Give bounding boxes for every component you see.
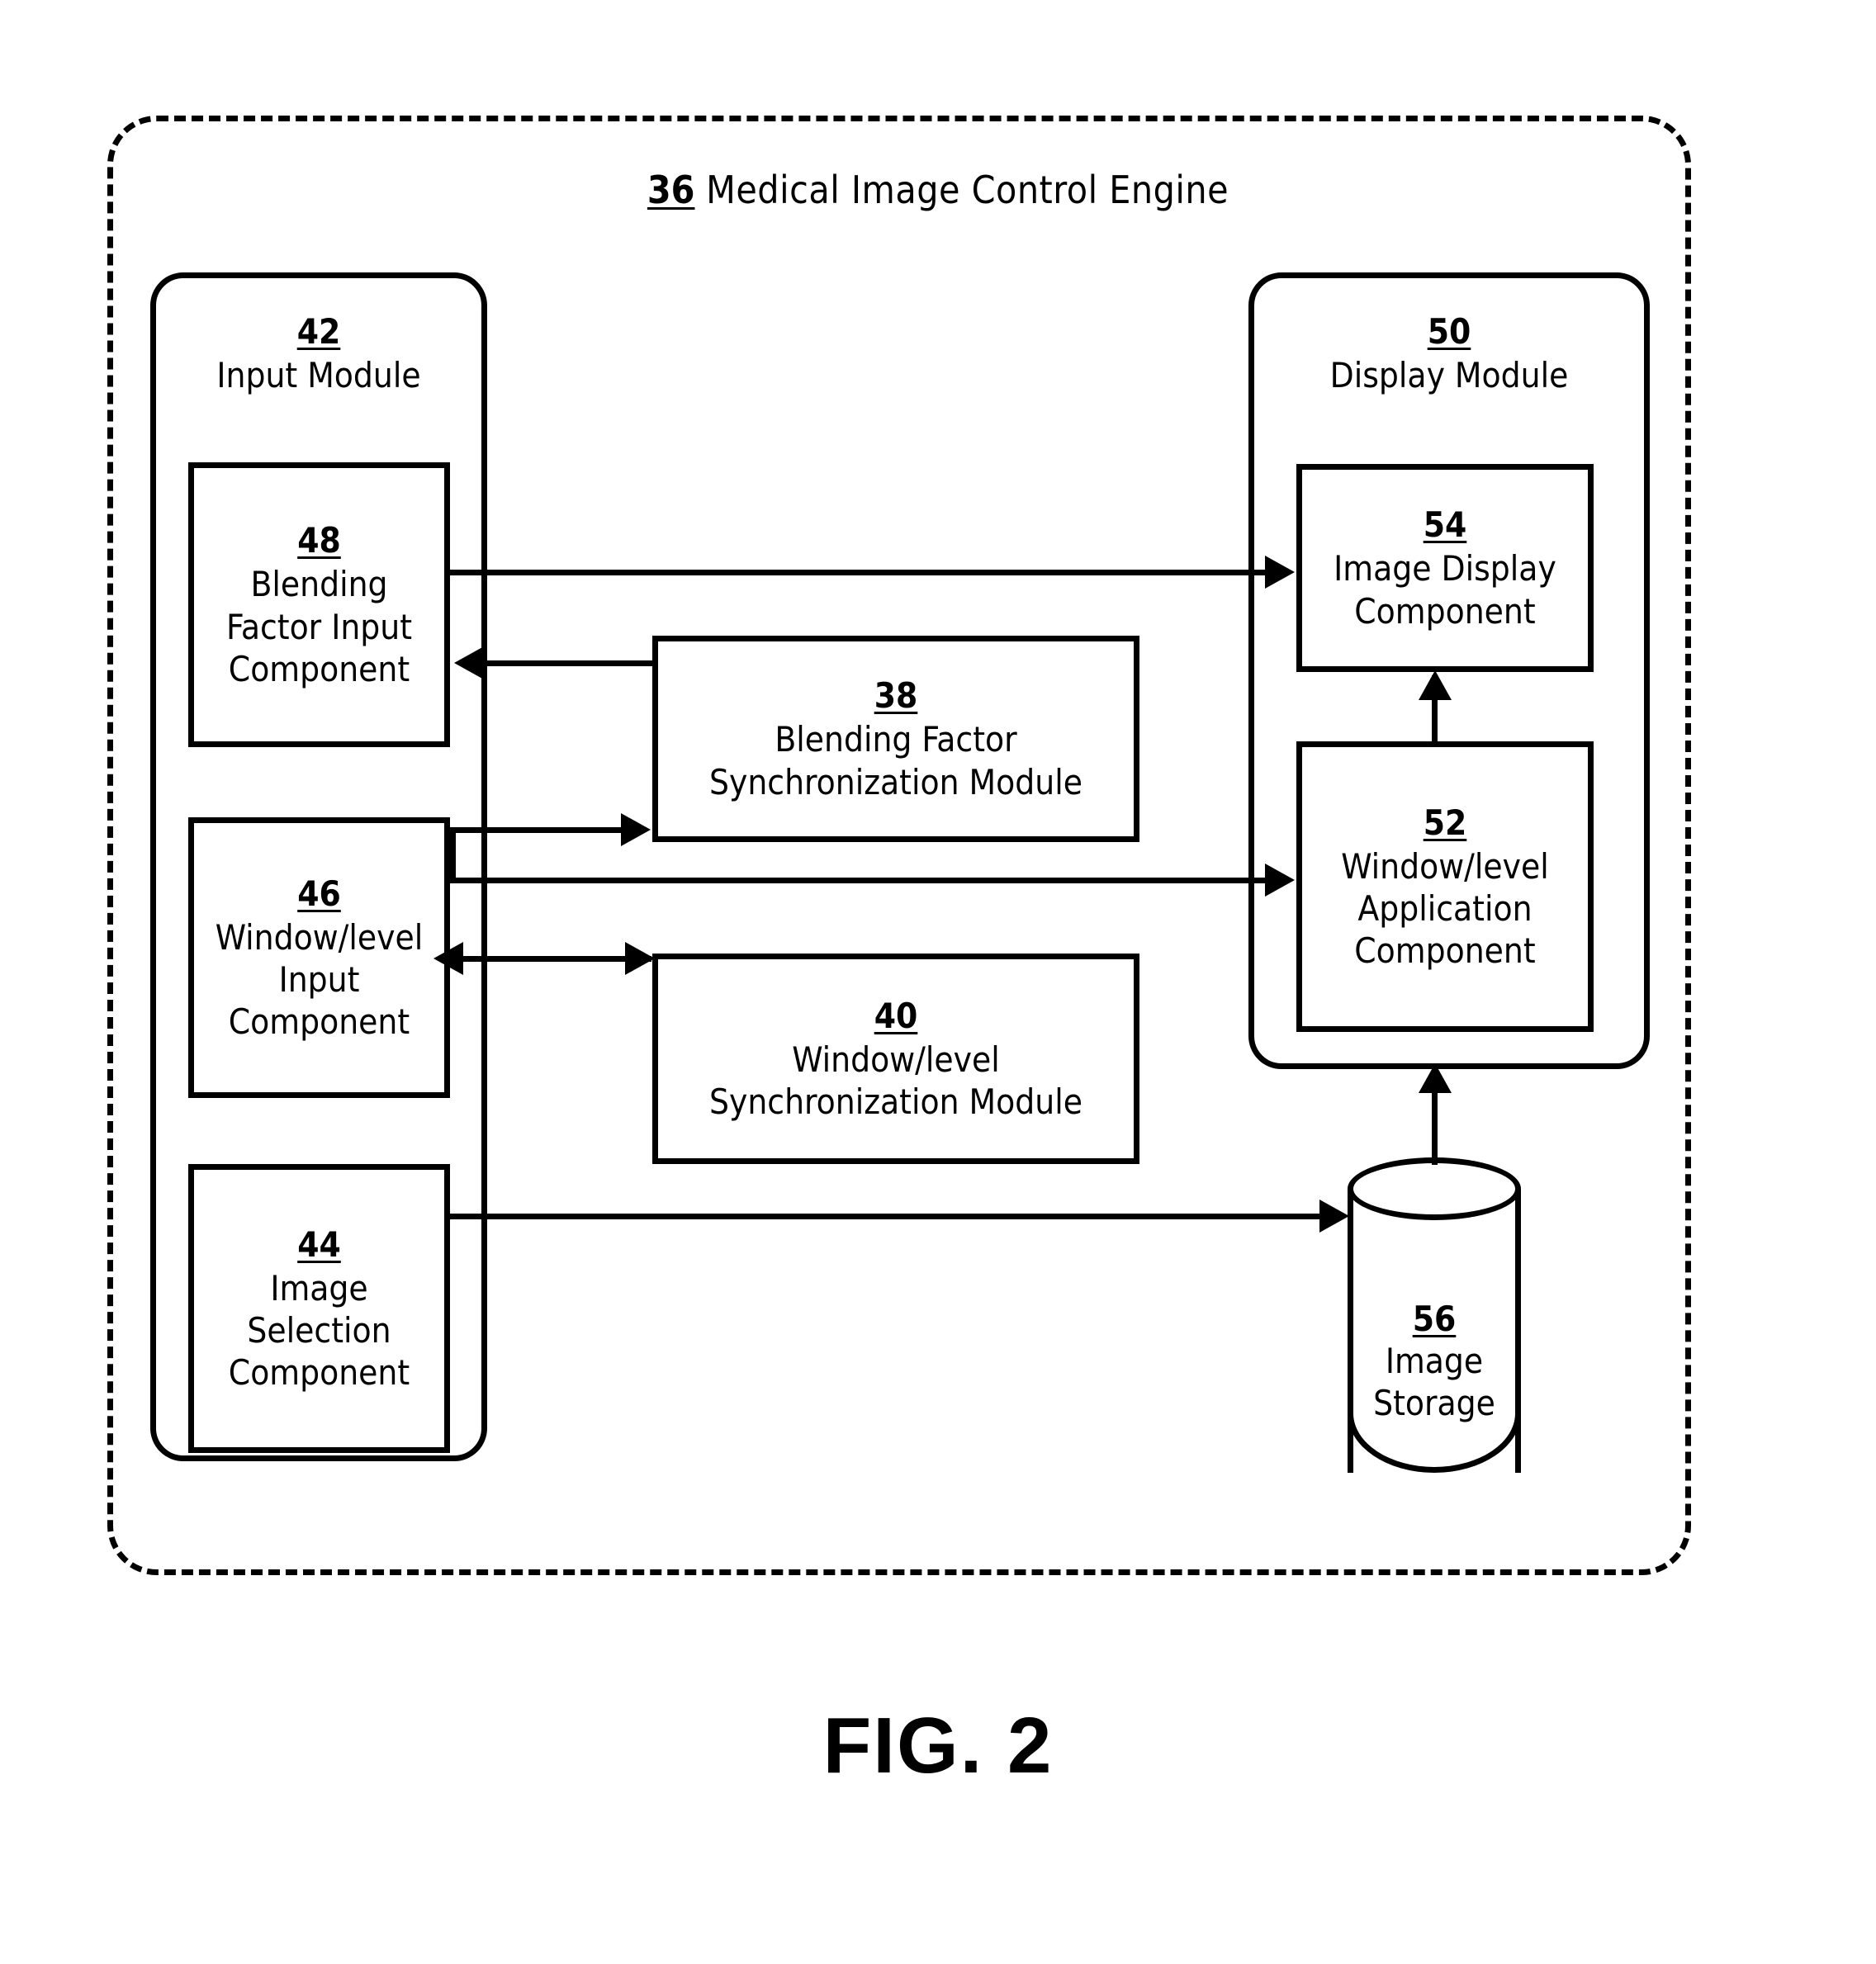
engine-ref-number: 36 <box>647 168 695 212</box>
window-level-input-label: Window/level Input Component <box>215 916 424 1043</box>
window-level-input-ref-number: 46 <box>297 873 341 914</box>
image-selection-ref-number: 44 <box>297 1223 341 1265</box>
image-storage-cylinder-top <box>1348 1157 1521 1220</box>
image-selection-label: Image Selection Component <box>228 1267 410 1394</box>
window-level-application-component-box: 52 Window/level Application Component <box>1296 741 1594 1032</box>
input-module-ref-number: 42 <box>296 311 341 352</box>
engine-title: 36 Medical Image Control Engine <box>0 169 1876 211</box>
blending-factor-synchronization-module-box: 38 Blending Factor Synchronization Modul… <box>652 636 1139 842</box>
image-storage-label-group: 56 Image Storage <box>1348 1298 1521 1425</box>
engine-title-spacer <box>694 168 706 212</box>
arrowhead-window-level-input-to-window-level-sync <box>625 942 655 975</box>
arrowhead-image-selection-to-image-storage <box>1319 1200 1349 1233</box>
blending-factor-input-label: Blending Factor Input Component <box>225 564 413 689</box>
connector-image-selection-to-image-storage <box>450 1214 1338 1219</box>
window-level-synchronization-module-box: 40 Window/level Synchronization Module <box>652 954 1139 1164</box>
patent-figure-page: 36 Medical Image Control Engine 42 Input… <box>0 0 1876 1964</box>
window-level-input-component-box: 46 Window/level Input Component <box>188 817 450 1098</box>
connector-blending-sync-to-blending-input <box>484 660 656 666</box>
arrowhead-blending-sync-to-blending-input <box>454 646 484 679</box>
image-display-ref-number: 54 <box>1423 504 1467 546</box>
image-display-component-box: 54 Image Display Component <box>1296 464 1594 672</box>
connector-window-level-input-to-blending-sync <box>450 827 623 833</box>
blending-factor-sync-ref-number: 38 <box>874 675 918 717</box>
display-module-ref-number: 50 <box>1427 311 1471 352</box>
connector-window-level-input-to-window-level-sync <box>463 956 651 962</box>
window-level-sync-ref-number: 40 <box>874 995 918 1036</box>
image-display-label: Image Display Component <box>1334 548 1556 632</box>
image-storage-label: Image Storage <box>1373 1341 1495 1424</box>
display-module-title: 50 Display Module <box>1248 310 1650 397</box>
connector-window-level-input-riser <box>450 827 456 878</box>
image-selection-component-box: 44 Image Selection Component <box>188 1164 450 1453</box>
window-level-application-ref-number: 52 <box>1423 802 1467 843</box>
blending-factor-input-ref-number: 48 <box>297 520 341 561</box>
image-storage-ref-number: 56 <box>1412 1299 1457 1339</box>
connector-blending-input-to-image-display <box>450 570 1267 575</box>
arrowhead-blending-input-to-image-display <box>1265 556 1295 589</box>
figure-caption: FIG. 2 <box>822 1701 1054 1790</box>
window-level-application-label: Window/level Application Component <box>1341 845 1549 972</box>
display-module-label: Display Module <box>1329 354 1569 395</box>
arrowhead-window-level-input-to-blending-sync <box>621 813 651 846</box>
arrowhead-image-storage-to-window-level-application <box>1419 1063 1452 1093</box>
blending-factor-input-component-box: 48 Blending Factor Input Component <box>188 462 450 747</box>
arrowhead-window-level-input-to-window-level-application <box>1265 864 1295 897</box>
arrowhead-window-level-sync-to-window-level-input <box>433 942 463 975</box>
engine-title-label: Medical Image Control Engine <box>706 168 1229 212</box>
input-module-title: 42 Input Module <box>150 310 487 397</box>
arrowhead-window-level-application-to-image-display <box>1419 670 1452 700</box>
image-storage-cylinder: 56 Image Storage <box>1348 1157 1521 1473</box>
input-module-label: Input Module <box>216 354 421 395</box>
blending-factor-sync-label: Blending Factor Synchronization Module <box>709 719 1082 802</box>
connector-window-level-input-to-window-level-application <box>450 878 1267 883</box>
window-level-sync-label: Window/level Synchronization Module <box>709 1039 1082 1123</box>
